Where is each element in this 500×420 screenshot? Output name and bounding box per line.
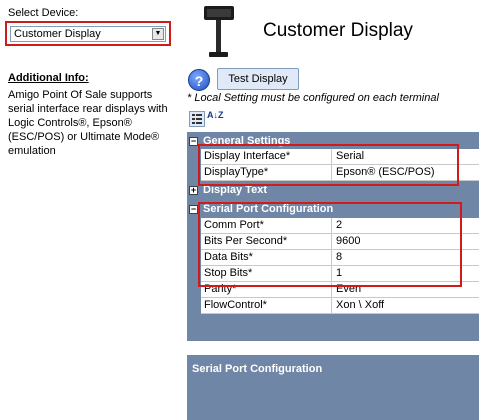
general-settings-highlight (198, 144, 459, 186)
additional-info-text: Amigo Point Of Sale supports serial inte… (8, 88, 178, 158)
device-select-dropdown[interactable]: Customer Display ▼ (10, 26, 166, 42)
collapse-icon[interactable]: − (189, 205, 198, 214)
local-setting-note: * Local Setting must be configured on ea… (187, 92, 439, 104)
additional-info-title: Additional Info: (8, 72, 89, 84)
test-display-button[interactable]: Test Display (217, 68, 299, 90)
info-line: Amigo Point Of Sale supports (8, 89, 153, 101)
chevron-down-icon[interactable]: ▼ (152, 28, 164, 40)
description-title: Serial Port Configuration (192, 363, 323, 375)
description-panel: Serial Port Configuration (187, 355, 479, 420)
select-device-label: Select Device: (8, 7, 79, 19)
customer-display-device-icon (204, 6, 234, 57)
help-icon[interactable]: ? (188, 69, 210, 91)
property-row[interactable]: FlowControl* Xon \ Xoff (187, 298, 479, 314)
info-line: Logic Controls®, Epson® (8, 117, 132, 129)
page-title: Customer Display (263, 20, 413, 41)
serial-settings-highlight (198, 202, 462, 287)
expand-icon[interactable]: + (189, 186, 198, 195)
property-name: FlowControl* (201, 298, 332, 314)
info-line: serial interface rear displays with (8, 103, 168, 115)
device-select-value: Customer Display (14, 28, 101, 40)
categorized-view-icon[interactable] (189, 111, 205, 127)
property-value[interactable]: Xon \ Xoff (332, 298, 479, 314)
alphabetical-sort-icon[interactable]: A↓Z (207, 111, 224, 127)
info-line: emulation (8, 145, 56, 157)
collapse-icon[interactable]: − (189, 137, 198, 146)
info-line: (ESC/POS) or Ultimate Mode® (8, 131, 160, 143)
